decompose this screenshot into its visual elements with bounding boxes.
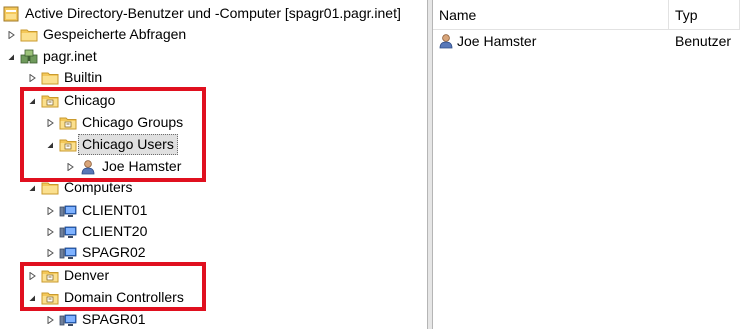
tree-node-builtin[interactable]: Builtin — [27, 67, 102, 88]
tree-node-spagr02[interactable]: SPAGR02 — [45, 242, 146, 263]
expand-arrow-icon[interactable] — [45, 200, 55, 221]
list-item[interactable]: Joe Hamster Benutzer — [433, 30, 740, 52]
tree-node-client01[interactable]: CLIENT01 — [45, 200, 147, 221]
list-header: Name Typ — [433, 0, 740, 30]
tree-label-saved-queries: Gespeicherte Abfragen — [43, 26, 187, 42]
tree-label-client20: CLIENT20 — [82, 223, 148, 239]
domain-icon — [20, 49, 38, 65]
collapse-arrow-icon[interactable] — [6, 46, 16, 67]
list-item-name: Joe Hamster — [457, 33, 537, 49]
tree-node-saved-queries[interactable]: Gespeicherte Abfragen — [6, 24, 186, 45]
list-item-type: Benutzer — [675, 33, 732, 49]
expand-arrow-icon[interactable] — [45, 242, 55, 263]
computer-icon — [59, 203, 77, 219]
tree-label-root: Active Directory-Benutzer und -Computer … — [25, 5, 401, 21]
expand-arrow-icon[interactable] — [45, 309, 55, 329]
column-header-type[interactable]: Typ — [669, 0, 740, 30]
tree-label-builtin: Builtin — [64, 69, 103, 85]
expand-arrow-icon[interactable] — [6, 24, 16, 45]
list-cell-name: Joe Hamster — [437, 30, 667, 52]
tree-label-domain: pagr.inet — [43, 48, 97, 64]
column-header-name[interactable]: Name — [433, 0, 669, 30]
user-icon — [437, 33, 455, 49]
console-icon — [2, 6, 20, 22]
folder-icon — [41, 70, 59, 86]
computer-icon — [59, 224, 77, 240]
tree-node-root[interactable]: Active Directory-Benutzer und -Computer … — [2, 3, 401, 24]
list-cell-type: Benutzer — [675, 30, 740, 52]
details-list: Name Typ Joe Hamster Benutzer — [433, 0, 740, 329]
tree-node-spagr01[interactable]: SPAGR01 — [45, 309, 146, 329]
tree-label-spagr01: SPAGR01 — [82, 311, 146, 327]
tree-label-spagr02: SPAGR02 — [82, 244, 146, 260]
highlight-box-denver-dc — [20, 262, 206, 311]
mmc-window: Active Directory-Benutzer und -Computer … — [0, 0, 740, 329]
tree-label-client01: CLIENT01 — [82, 202, 148, 218]
expand-arrow-icon[interactable] — [45, 221, 55, 242]
highlight-box-chicago — [20, 87, 206, 182]
computer-icon — [59, 245, 77, 261]
expand-arrow-icon[interactable] — [27, 67, 37, 88]
console-tree: Active Directory-Benutzer und -Computer … — [0, 0, 427, 329]
tree-node-client20[interactable]: CLIENT20 — [45, 221, 147, 242]
tree-node-domain[interactable]: pagr.inet — [6, 46, 97, 67]
computer-icon — [59, 312, 77, 328]
folder-icon — [20, 27, 38, 43]
